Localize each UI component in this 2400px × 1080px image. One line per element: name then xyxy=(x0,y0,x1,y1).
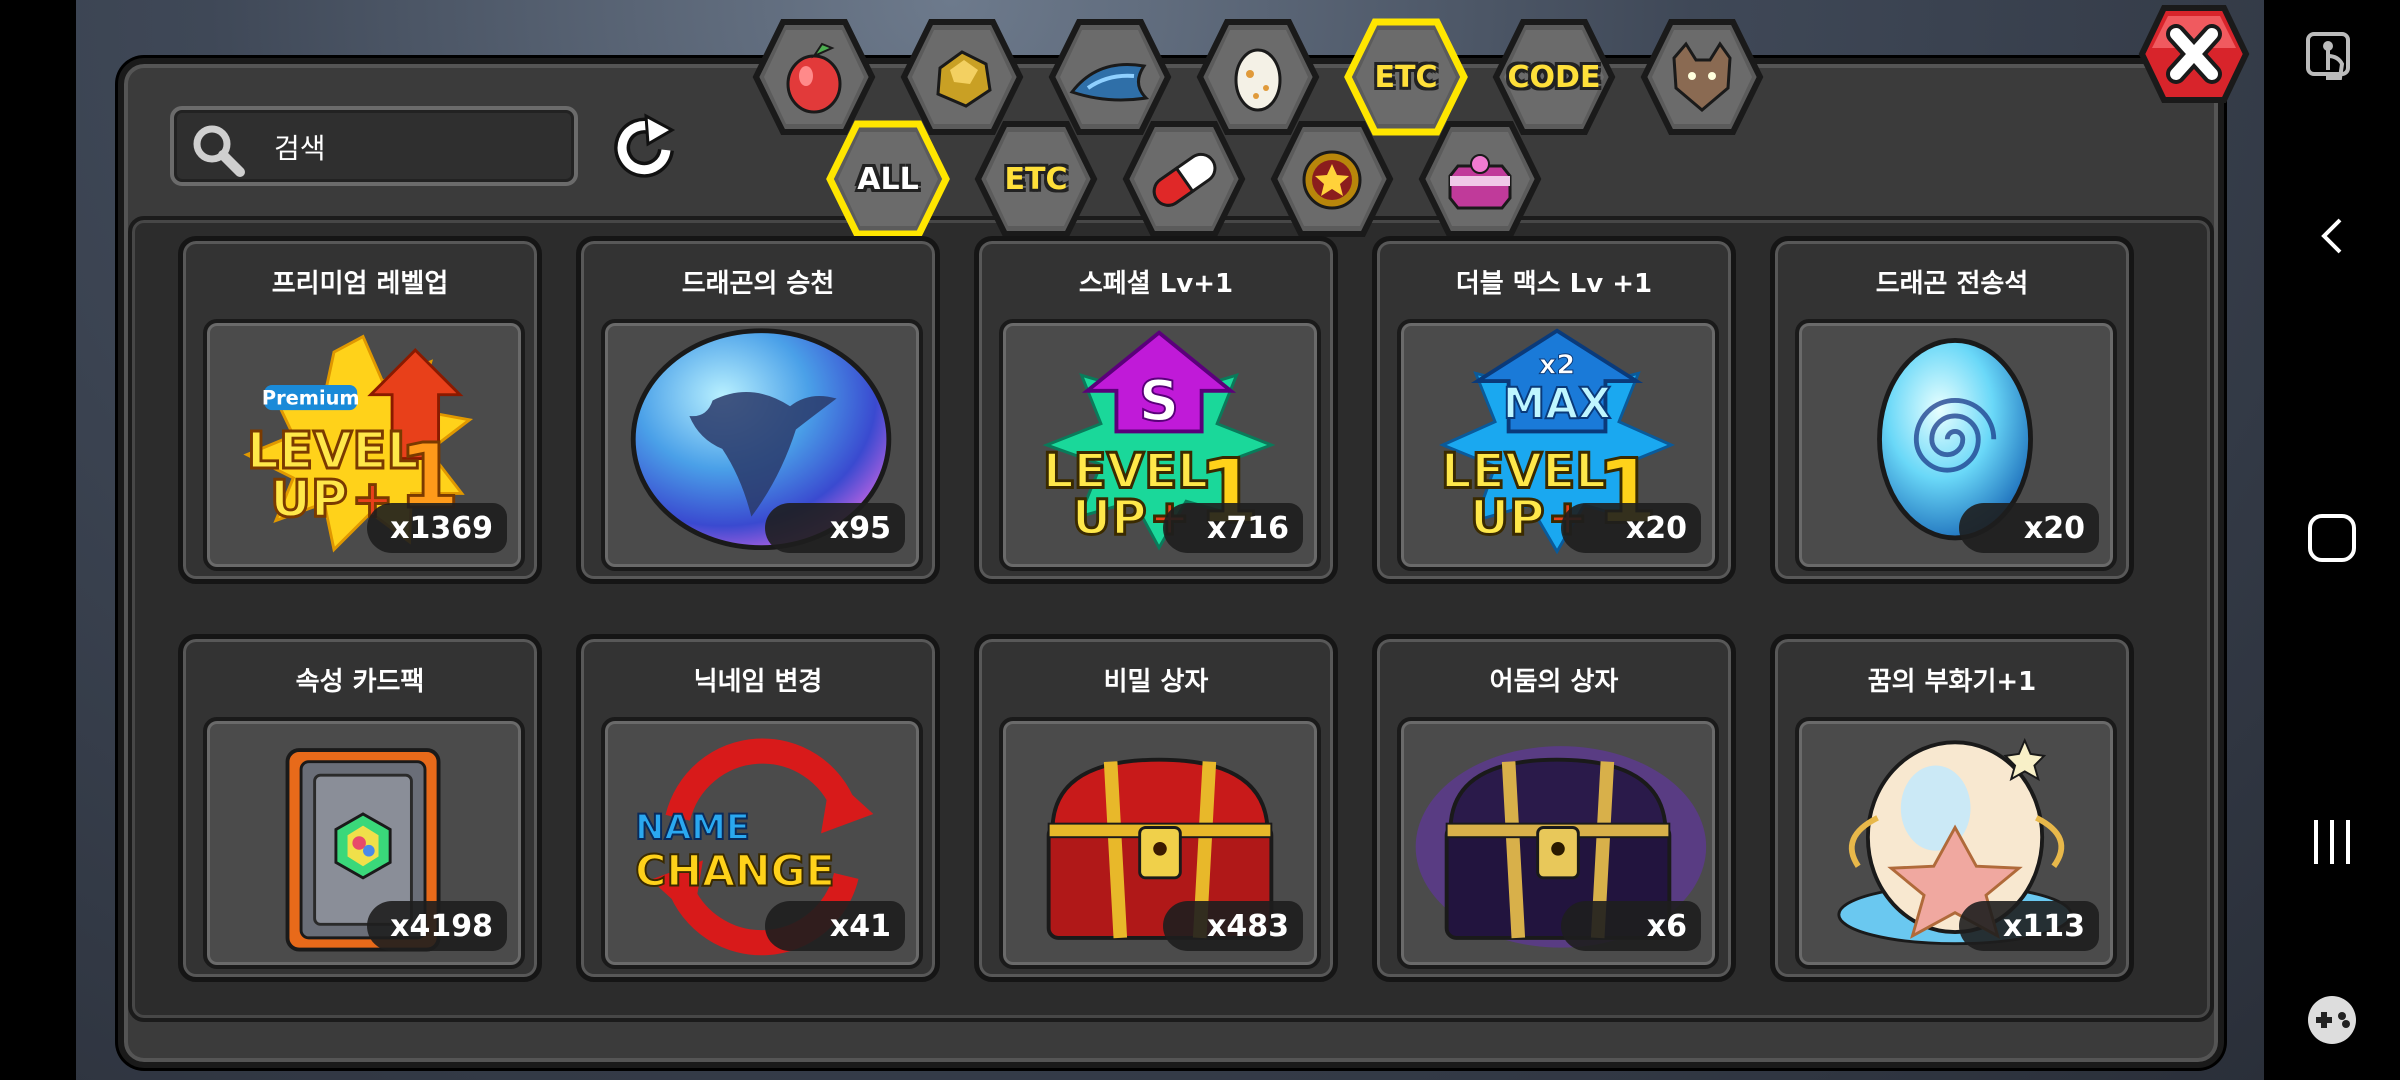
item-card-dark-chest[interactable]: 어둠의 상자 x6 xyxy=(1372,634,1736,982)
tab-egg[interactable] xyxy=(1196,18,1320,136)
item-card-dragon-ascension[interactable]: 드래곤의 승천 x95 xyxy=(576,236,940,584)
recent-apps-icon[interactable] xyxy=(2302,812,2362,872)
tab-etc-sub-label: ETC xyxy=(1004,161,1068,197)
art-max: MAX xyxy=(1503,379,1611,429)
fruit-icon xyxy=(786,42,842,114)
game-tools-icon[interactable] xyxy=(2302,990,2362,1050)
tab-star-emblem[interactable] xyxy=(1270,120,1394,238)
item-name: 어둠의 상자 xyxy=(1489,667,1619,697)
item-name: 프리미엄 레벨업 xyxy=(271,269,449,299)
tab-dragon-scale[interactable] xyxy=(1048,18,1172,136)
item-name: 드래곤의 승천 xyxy=(681,269,835,299)
touch-lock-icon[interactable] xyxy=(2302,26,2362,86)
tab-all-label: ALL xyxy=(857,161,919,197)
android-nav-bar xyxy=(2264,0,2400,1080)
item-quantity: x1369 xyxy=(367,503,507,553)
home-icon[interactable] xyxy=(2302,508,2362,568)
back-icon[interactable] xyxy=(2302,206,2362,266)
item-card-dragon-transfer-stone[interactable]: 드래곤 전송석 x20 xyxy=(1770,236,2134,584)
item-card-dream-incubator[interactable]: 꿈의 부화기+1 x113 xyxy=(1770,634,2134,982)
item-name: 속성 카드팩 xyxy=(295,667,425,697)
item-quantity: x20 xyxy=(1561,503,1701,553)
star-emblem-icon xyxy=(1302,150,1362,210)
item-quantity: x716 xyxy=(1163,503,1303,553)
tab-fruit[interactable] xyxy=(752,18,876,136)
tab-code-label: CODE xyxy=(1507,59,1601,95)
art-change: CHANGE xyxy=(635,847,835,897)
item-quantity: x20 xyxy=(1959,503,2099,553)
item-card-double-max-level-up[interactable]: 더블 맥스 Lv +1 x2 MAX LEVEL UP + 1 x20 xyxy=(1372,236,1736,584)
search-box[interactable] xyxy=(170,106,578,186)
item-thumbnail: x95 xyxy=(601,319,923,571)
item-quantity: x95 xyxy=(765,503,905,553)
item-quantity: x4198 xyxy=(367,901,507,951)
item-thumbnail: x113 xyxy=(1795,717,2117,969)
tab-etc-top[interactable]: ETC xyxy=(1344,18,1468,136)
tab-pill[interactable] xyxy=(1122,120,1246,238)
item-name: 꿈의 부화기+1 xyxy=(1867,667,2037,697)
search-icon xyxy=(193,125,245,177)
item-name: 드래곤 전송석 xyxy=(1875,269,2029,299)
item-thumbnail: x483 xyxy=(999,717,1321,969)
item-thumbnail: x4198 xyxy=(203,717,525,969)
item-quantity: x483 xyxy=(1163,901,1303,951)
item-thumbnail: x20 xyxy=(1795,319,2117,571)
item-quantity: x113 xyxy=(1959,901,2099,951)
gift-box-icon xyxy=(1448,154,1512,210)
pill-capsule-icon xyxy=(1152,152,1217,207)
search-input[interactable] xyxy=(274,128,564,168)
tab-etc-sub[interactable]: ETC xyxy=(974,120,1098,238)
close-button[interactable] xyxy=(2138,4,2250,104)
tab-gold-ore[interactable] xyxy=(900,18,1024,136)
art-up: UP xyxy=(1470,490,1545,546)
item-card-name-change[interactable]: 닉네임 변경 NAME CHANGE x41 xyxy=(576,634,940,982)
tab-code[interactable]: CODE xyxy=(1492,18,1616,136)
item-name: 비밀 상자 xyxy=(1103,667,1209,697)
item-quantity: x6 xyxy=(1561,901,1701,951)
gold-ore-icon xyxy=(936,50,992,108)
art-up: UP xyxy=(1072,490,1147,546)
art-s: S xyxy=(1139,369,1179,434)
refresh-icon[interactable] xyxy=(608,112,684,182)
item-thumbnail: Premium LEVEL UP + 1 x1369 xyxy=(203,319,525,571)
dragon-scale-icon xyxy=(1069,62,1150,102)
item-name: 닉네임 변경 xyxy=(693,667,823,697)
art-up: UP xyxy=(270,470,348,529)
art-x2: x2 xyxy=(1539,349,1575,380)
tab-all[interactable]: ALL xyxy=(826,120,950,238)
item-thumbnail: x6 xyxy=(1397,717,1719,969)
item-card-premium-level-up[interactable]: 프리미엄 레벨업 Premium LEVEL UP + 1 x1369 xyxy=(178,236,542,584)
screen: { "search": { "placeholder": "검색" }, "ta… xyxy=(0,0,2400,1080)
wolf-head-icon xyxy=(1672,41,1732,112)
tab-gift-box[interactable] xyxy=(1418,120,1542,238)
item-thumbnail: NAME CHANGE x41 xyxy=(601,717,923,969)
item-card-special-level-up[interactable]: 스페셜 Lv+1 S LEVEL UP + 1 x716 xyxy=(974,236,1338,584)
tab-wolf[interactable] xyxy=(1640,18,1764,136)
tab-etc-top-label: ETC xyxy=(1374,59,1438,95)
item-card-element-card-pack[interactable]: 속성 카드팩 x4198 xyxy=(178,634,542,982)
item-quantity: x41 xyxy=(765,901,905,951)
item-card-secret-chest[interactable]: 비밀 상자 x483 xyxy=(974,634,1338,982)
egg-icon xyxy=(1234,48,1282,112)
art-premium: Premium xyxy=(262,386,360,409)
item-name: 스페셜 Lv+1 xyxy=(1078,269,1234,299)
item-name: 더블 맥스 Lv +1 xyxy=(1455,269,1653,299)
close-icon xyxy=(2166,24,2222,84)
art-name: NAME xyxy=(635,808,750,848)
item-thumbnail: x2 MAX LEVEL UP + 1 x20 xyxy=(1397,319,1719,571)
item-thumbnail: S LEVEL UP + 1 x716 xyxy=(999,319,1321,571)
